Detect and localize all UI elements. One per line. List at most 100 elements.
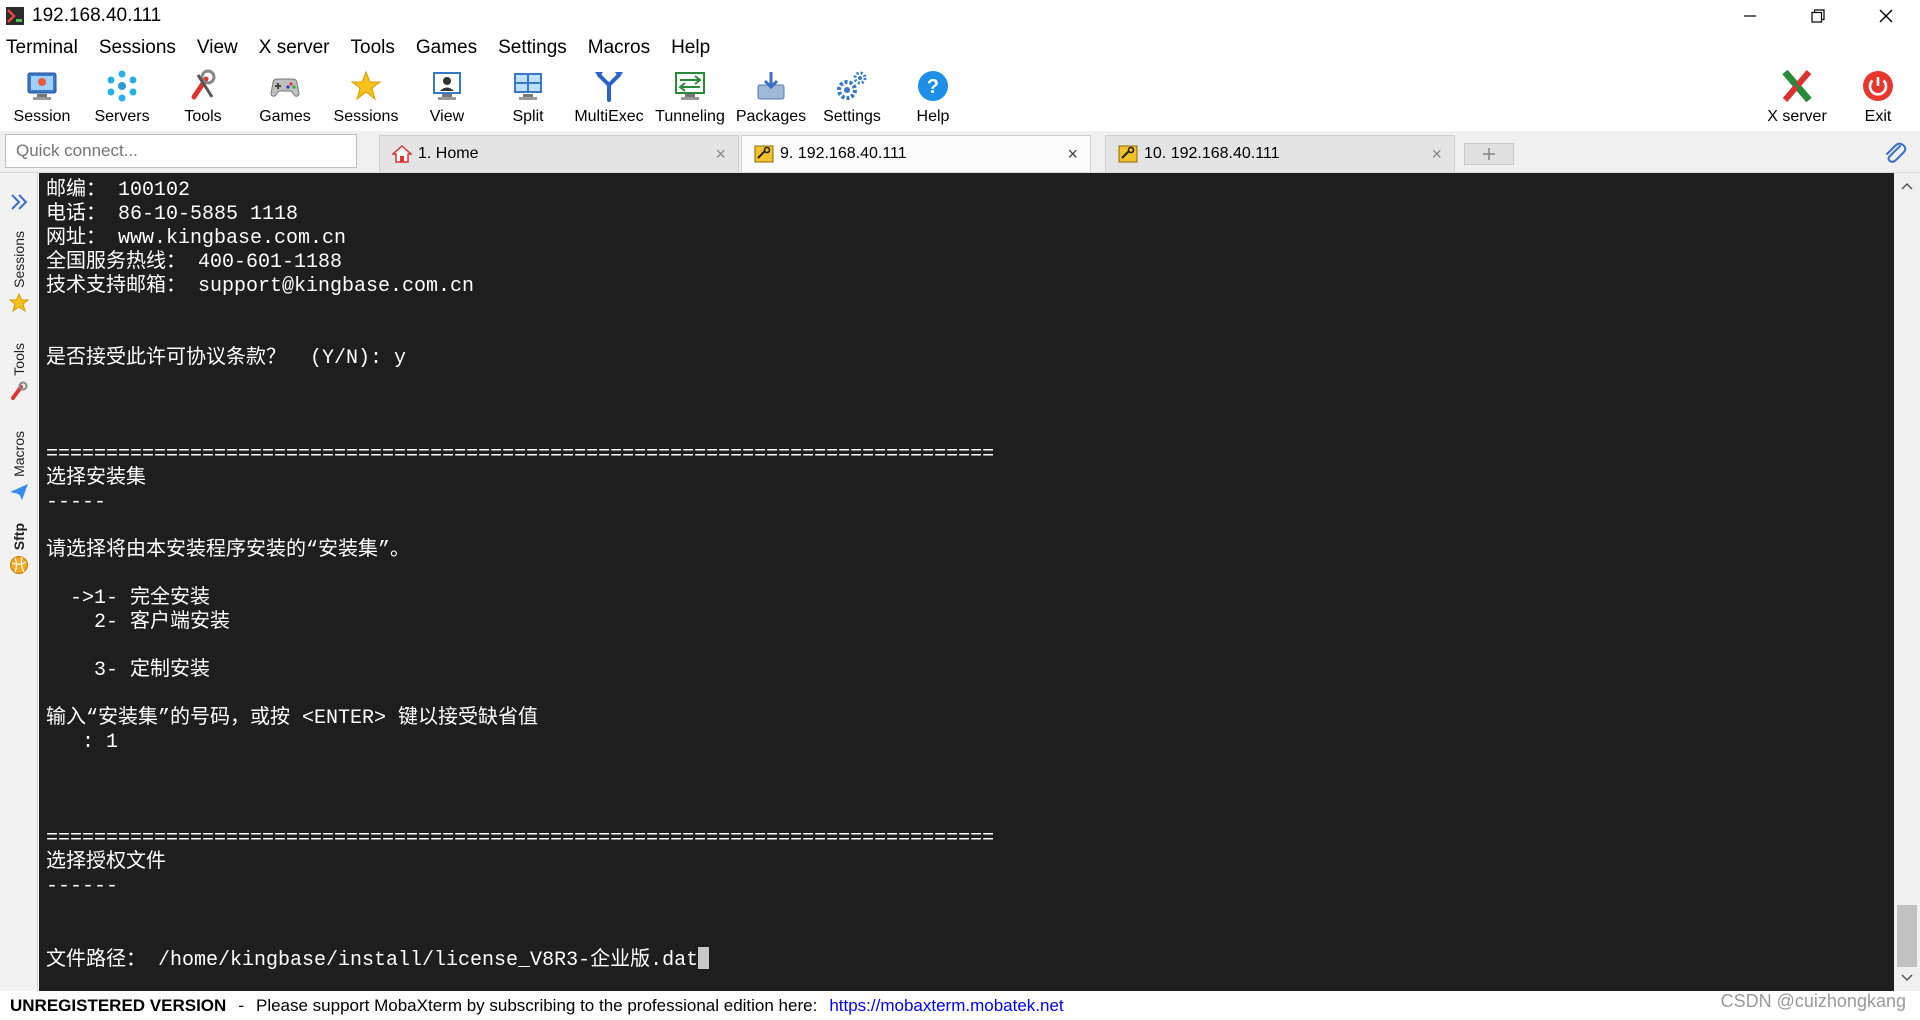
tab-home[interactable]: 1. Home × [379, 135, 739, 172]
terminal-cursor [698, 947, 710, 969]
close-icon [1879, 9, 1893, 23]
restore-icon [1811, 9, 1825, 23]
packages-label: Packages [735, 108, 807, 125]
terminal-line: 输入“安装集”的号码，或按 <ENTER> 键以接受缺省值 [46, 707, 539, 730]
menu-view[interactable]: View [197, 37, 238, 59]
menu-games[interactable]: Games [416, 37, 477, 59]
games-label: Games [259, 108, 311, 125]
sidebar-tab-tools[interactable]: Tools [3, 343, 35, 402]
scroll-up-arrow-icon[interactable] [1894, 175, 1920, 197]
menu-macros[interactable]: Macros [588, 37, 650, 59]
svg-text:?: ? [927, 76, 939, 98]
tab-strip: 1. Home × 9. 192.168.40.111 × 10. 192.16… [0, 131, 1920, 173]
packages-button[interactable]: Packages [731, 65, 811, 129]
servers-button[interactable]: Servers [82, 65, 162, 129]
minimize-button[interactable] [1716, 0, 1784, 32]
terminal-prompt-line: 文件路径： /home/kingbase/install/license_V8R… [46, 947, 710, 972]
tunneling-label: Tunneling [655, 108, 725, 125]
ssh-key-icon [754, 145, 774, 163]
multiexec-icon [590, 67, 628, 105]
close-window-button[interactable] [1852, 0, 1920, 32]
tab-home-close-icon[interactable]: × [715, 144, 726, 165]
menu-settings[interactable]: Settings [498, 37, 567, 59]
menu-bar: Terminal Sessions View X server Tools Ga… [0, 33, 731, 63]
terminal-line: 邮编： 100102 [46, 179, 191, 202]
minimize-icon [1744, 15, 1756, 17]
tunneling-button[interactable]: Tunneling [650, 65, 730, 129]
new-tab-button[interactable] [1464, 143, 1514, 165]
terminal-line: ------ [46, 875, 119, 898]
sidebar-tab-sftp[interactable]: Sftp [3, 523, 35, 576]
sessions-button[interactable]: Sessions [326, 65, 406, 129]
tab-session-9-label: 9. 192.168.40.111 [780, 145, 907, 162]
sessions-label: Sessions [333, 108, 399, 125]
multiexec-button[interactable]: MultiExec [569, 65, 649, 129]
sidebar-tab-macros[interactable]: Macros [3, 431, 35, 503]
exit-button[interactable]: Exit [1838, 65, 1918, 129]
scrollbar-thumb[interactable] [1897, 905, 1917, 967]
mobaxterm-app-icon [4, 5, 26, 27]
terminal-view[interactable]: 邮编： 100102 电话： 86-10-5885 1118 网址： www.k… [39, 173, 1894, 991]
menu-terminal[interactable]: Terminal [6, 37, 78, 59]
star-icon [8, 292, 30, 314]
expand-sidebar-icon[interactable] [8, 191, 30, 213]
view-icon [428, 67, 466, 105]
tab-session-10[interactable]: 10. 192.168.40.111 × [1105, 135, 1455, 172]
tab-home-label: 1. Home [418, 145, 479, 162]
view-button[interactable]: View [407, 65, 487, 129]
menu-tools[interactable]: Tools [351, 37, 395, 59]
split-button[interactable]: Split [488, 65, 568, 129]
settings-button[interactable]: Settings [812, 65, 892, 129]
restore-button[interactable] [1784, 0, 1852, 32]
support-text: Please support MobaXterm by subscribing … [255, 995, 818, 1015]
help-icon: ? [914, 67, 952, 105]
help-button[interactable]: ? Help [893, 65, 973, 129]
terminal-prompt-text: 文件路径： /home/kingbase/install/license_V8R… [46, 949, 699, 972]
tools-label: Tools [184, 108, 222, 125]
games-button[interactable]: Games [245, 65, 325, 129]
servers-icon [103, 67, 141, 105]
sidebar-sessions-label: Sessions [11, 231, 27, 288]
csdn-watermark: CSDN @cuizhongkang [1720, 991, 1906, 1011]
terminal-line: 选择授权文件 [46, 851, 166, 874]
session-icon [23, 67, 61, 105]
tools-icon [8, 380, 30, 402]
servers-label: Servers [94, 108, 150, 125]
tunneling-icon [671, 67, 709, 105]
session-label: Session [13, 108, 71, 125]
status-bar: UNREGISTERED VERSION - Please support Mo… [0, 991, 1920, 1020]
tab-session-9[interactable]: 9. 192.168.40.111 × [741, 135, 1091, 172]
terminal-line: : 1 [46, 731, 119, 754]
multiexec-label: MultiExec [574, 108, 644, 125]
session-button[interactable]: Session [2, 65, 82, 129]
quick-connect-input[interactable] [5, 134, 357, 168]
tools-button[interactable]: Tools [163, 65, 243, 129]
terminal-line: 选择安装集 [46, 467, 146, 490]
scroll-down-arrow-icon[interactable] [1894, 967, 1920, 989]
split-label: Split [512, 108, 544, 125]
tab-session-9-close-icon[interactable]: × [1067, 144, 1078, 165]
sidebar-sftp-label: Sftp [11, 523, 27, 551]
tab-session-10-label: 10. 192.168.40.111 [1144, 145, 1280, 162]
xserver-button[interactable]: X server [1757, 65, 1837, 129]
xserver-label: X server [1767, 108, 1827, 125]
terminal-line: 网址： www.kingbase.com.cn [46, 227, 347, 250]
paper-plane-icon [8, 481, 30, 503]
menu-sessions[interactable]: Sessions [99, 37, 176, 59]
sidebar-tools-label: Tools [11, 343, 27, 376]
help-label: Help [916, 108, 950, 125]
paperclip-icon[interactable] [1880, 139, 1910, 167]
mobatek-link[interactable]: https://mobaxterm.mobatek.net [829, 996, 1063, 1016]
home-icon [392, 145, 412, 163]
terminal-scrollbar[interactable] [1894, 173, 1920, 991]
menu-x-server[interactable]: X server [259, 37, 330, 59]
terminal-line: ========================================… [46, 443, 995, 466]
terminal-line: 技术支持邮箱： support@kingbase.com.cn [46, 275, 475, 298]
tab-session-10-close-icon[interactable]: × [1431, 144, 1442, 165]
sidebar-tab-sessions[interactable]: Sessions [3, 231, 35, 314]
tools-icon [184, 67, 222, 105]
gamepad-icon [266, 67, 304, 105]
menu-help[interactable]: Help [671, 37, 710, 59]
gear-icon [833, 67, 871, 105]
sidebar-macros-label: Macros [11, 431, 27, 477]
